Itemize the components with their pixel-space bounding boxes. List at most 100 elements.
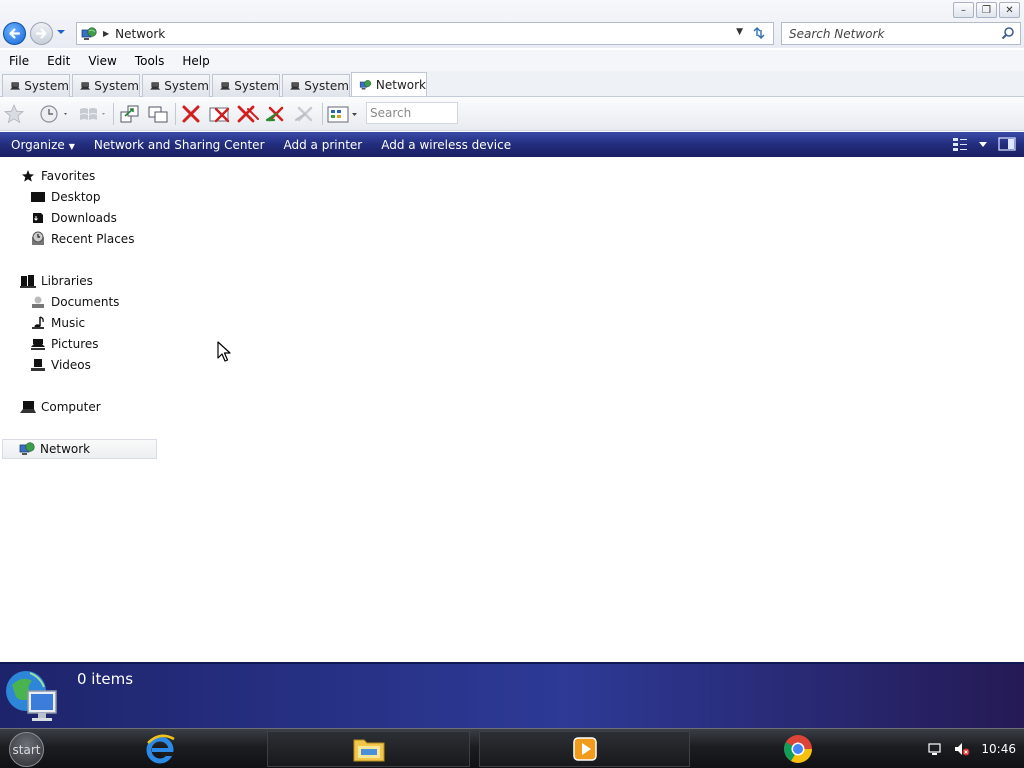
delete-button[interactable]	[179, 102, 203, 126]
toolbar-divider	[322, 103, 323, 125]
minimize-button[interactable]: –	[953, 2, 974, 18]
copy-icon	[148, 106, 168, 123]
preview-pane-icon[interactable]	[998, 136, 1016, 152]
change-view-icon[interactable]	[952, 136, 968, 152]
nav-documents-label: Documents	[51, 295, 120, 309]
volume-muted-icon[interactable]	[953, 741, 971, 757]
nav-music-label: Music	[51, 316, 86, 330]
search-network-placeholder: Search Network	[789, 26, 885, 41]
action-center-flag-icon[interactable]	[927, 741, 943, 757]
libraries-icon	[20, 274, 36, 288]
menu-file[interactable]: File	[0, 54, 38, 68]
recent-places-icon	[30, 231, 46, 246]
navigation-pane: Favorites Desktop Downloads Recent Place…	[0, 157, 1024, 662]
tab-label: System	[304, 79, 349, 93]
tab-system-5[interactable]: System	[282, 74, 350, 97]
tab-system-1[interactable]: System	[2, 74, 70, 97]
organize-button[interactable]: Organize ▼	[3, 138, 83, 152]
menu-help[interactable]: Help	[173, 54, 218, 68]
tab-system-4[interactable]: System	[212, 74, 280, 97]
toolbar-search-placeholder: Search	[370, 106, 412, 120]
redo-delete-button[interactable]	[293, 102, 317, 126]
menu-edit[interactable]: Edit	[38, 54, 79, 68]
nav-music[interactable]: Music	[30, 313, 85, 333]
forward-button[interactable]	[30, 22, 53, 45]
address-dropdown-icon[interactable]: ▼	[736, 27, 743, 37]
nav-desktop[interactable]: Desktop	[30, 187, 101, 207]
breadcrumb-network[interactable]: Network	[115, 27, 165, 41]
chevron-down-icon: ▼	[68, 141, 75, 151]
nav-downloads-label: Downloads	[51, 211, 117, 225]
clock[interactable]: 10:46	[981, 742, 1016, 756]
nav-pictures[interactable]: Pictures	[30, 334, 99, 354]
taskbar: start 10:46	[0, 728, 1024, 768]
music-icon	[30, 316, 46, 330]
network-sharing-center-button[interactable]: Network and Sharing Center	[86, 138, 273, 152]
tab-label: System	[234, 79, 279, 93]
breadcrumb-separator[interactable]: ▶	[103, 29, 109, 38]
chrome-taskbar-button[interactable]	[778, 731, 818, 767]
nav-documents[interactable]: Documents	[30, 292, 119, 312]
arrow-left-icon	[9, 28, 21, 39]
details-pane: 0 items	[0, 662, 1024, 728]
nav-libraries[interactable]: Libraries	[20, 271, 93, 291]
close-button[interactable]: ✕	[999, 2, 1020, 18]
view-grid-icon	[327, 106, 357, 123]
recent-pages-dropdown[interactable]	[56, 28, 66, 38]
move-to-button[interactable]	[118, 102, 142, 126]
tab-system-3[interactable]: System	[142, 74, 210, 97]
restore-button[interactable]: ❐	[976, 2, 997, 18]
search-network-input[interactable]: Search Network	[781, 22, 1021, 45]
windows-logo-icon	[80, 108, 105, 120]
nav-videos[interactable]: Videos	[30, 355, 91, 375]
nav-favorites[interactable]: Favorites	[20, 166, 95, 186]
nav-computer-label: Computer	[41, 400, 101, 414]
media-player-taskbar-button[interactable]	[479, 731, 690, 767]
tab-label: Network	[375, 77, 426, 92]
nav-favorites-label: Favorites	[41, 169, 96, 183]
refresh-icon[interactable]	[751, 25, 767, 45]
address-bar[interactable]: ▶ Network ▼	[76, 22, 774, 45]
red-x-icon	[182, 105, 200, 123]
menu-tools[interactable]: Tools	[126, 54, 174, 68]
network-icon	[359, 79, 372, 89]
nav-network[interactable]: Network	[2, 439, 157, 459]
tab-network[interactable]: Network	[351, 72, 427, 96]
nav-pictures-label: Pictures	[51, 337, 99, 351]
back-button[interactable]	[3, 22, 26, 45]
system-tray: 10:46	[927, 741, 1016, 757]
delete-permanently-button[interactable]	[208, 102, 232, 126]
desktop-icon	[30, 190, 46, 204]
add-printer-button[interactable]: Add a printer	[276, 138, 371, 152]
computer-icon	[220, 82, 231, 90]
add-wireless-device-button[interactable]: Add a wireless device	[373, 138, 519, 152]
favorite-star-button[interactable]	[2, 102, 26, 126]
toolbar-search-input[interactable]: Search	[366, 102, 458, 124]
network-globe-icon	[6, 671, 57, 721]
view-dropdown-icon[interactable]	[978, 136, 988, 152]
search-icon[interactable]	[1001, 26, 1015, 40]
nav-recent-places[interactable]: Recent Places	[30, 229, 134, 249]
start-label: start	[12, 742, 41, 757]
copy-to-button[interactable]	[146, 102, 170, 126]
multi-delete-icon	[237, 105, 259, 123]
explorer-taskbar-button[interactable]	[267, 731, 470, 767]
undo-delete-button[interactable]	[264, 102, 288, 126]
nav-recent-places-label: Recent Places	[51, 232, 135, 246]
nav-computer[interactable]: Computer	[20, 397, 101, 417]
toolbar-divider	[175, 103, 176, 125]
view-options-button[interactable]	[326, 102, 360, 126]
internet-explorer-taskbar-button[interactable]	[140, 731, 180, 767]
menu-view[interactable]: View	[79, 54, 125, 68]
nav-downloads[interactable]: Downloads	[30, 208, 117, 228]
history-button[interactable]	[38, 102, 70, 126]
start-button[interactable]: start	[9, 732, 44, 767]
tab-bar: System System System System System Netwo…	[0, 71, 1024, 97]
tab-system-2[interactable]: System	[72, 74, 140, 97]
tab-label: System	[94, 79, 139, 93]
view-controls	[952, 136, 1016, 152]
chrome-icon	[784, 735, 812, 763]
windows-flag-button[interactable]	[76, 102, 108, 126]
tab-label: System	[24, 79, 69, 93]
remove-button[interactable]	[236, 102, 260, 126]
